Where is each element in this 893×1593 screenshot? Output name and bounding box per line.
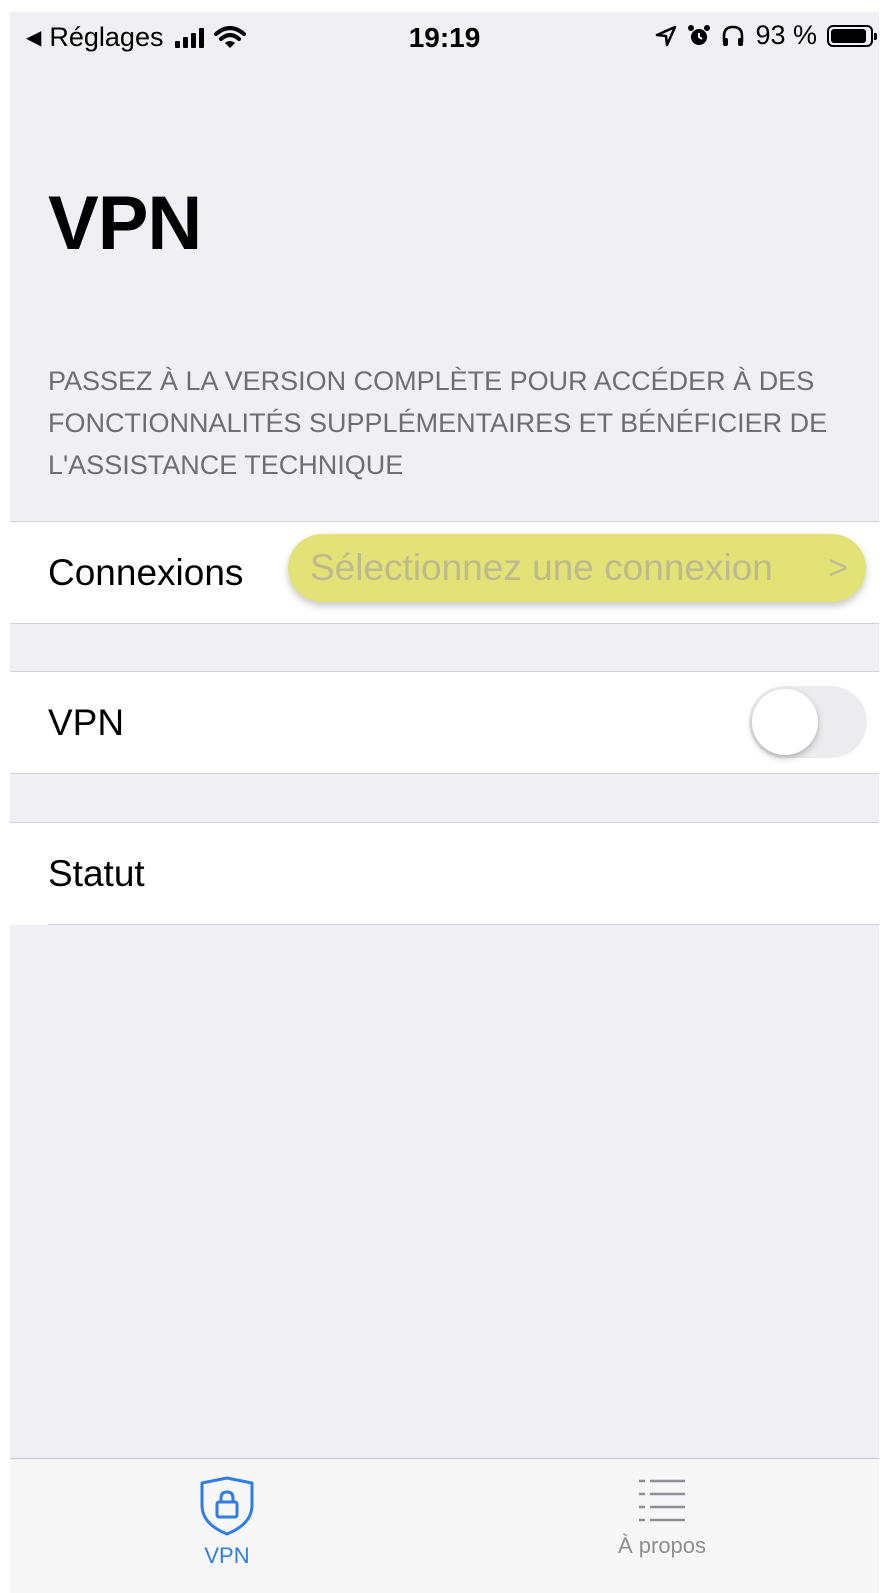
list-icon — [639, 1479, 685, 1522]
headphones-icon — [723, 25, 744, 46]
tab-vpn-label: VPN — [204, 1543, 250, 1568]
toggle-knob — [752, 689, 818, 755]
shield-lock-icon — [200, 1476, 254, 1536]
status-icons: 93 % — [655, 20, 877, 51]
app-screen: ◀ Réglages 19:19 93 % VPN PASSEZ À LA VE… — [10, 12, 879, 1593]
status-bar: ◀ Réglages 19:19 93 % — [10, 12, 879, 60]
vpn-row: VPN — [10, 671, 879, 774]
alarm-icon — [688, 24, 711, 45]
battery-percent: 93 % — [755, 20, 817, 50]
connexions-row: Connexions Sélectionnez une connexion > — [10, 521, 879, 624]
chevron-right-icon: > — [828, 548, 848, 587]
battery-icon — [827, 24, 877, 47]
page-title: VPN — [48, 181, 202, 266]
upgrade-notice[interactable]: PASSEZ À LA VERSION COMPLÈTE POUR ACCÉDE… — [48, 360, 848, 486]
vpn-label: VPN — [48, 702, 125, 743]
connection-picker-placeholder: Sélectionnez une connexion — [310, 547, 773, 588]
tab-vpn[interactable]: VPN — [10, 1459, 444, 1593]
statut-label: Statut — [48, 853, 145, 894]
tab-bar: VPN À propos — [10, 1458, 879, 1593]
connection-picker[interactable]: Sélectionnez une connexion > — [288, 534, 866, 602]
connexions-label: Connexions — [48, 552, 244, 593]
tab-about[interactable]: À propos — [445, 1459, 879, 1593]
location-icon — [656, 25, 677, 46]
statut-row: Statut — [10, 822, 879, 925]
vpn-toggle[interactable] — [749, 686, 867, 758]
tab-about-label: À propos — [617, 1533, 707, 1558]
